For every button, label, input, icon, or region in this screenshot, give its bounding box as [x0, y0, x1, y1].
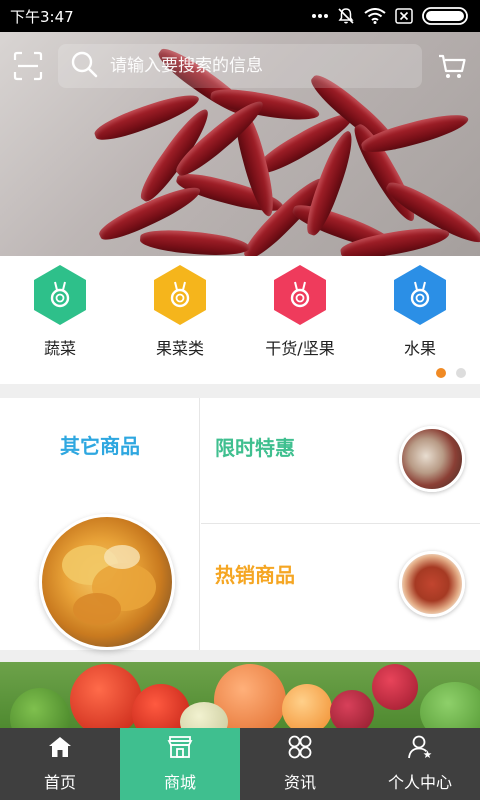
battery-icon — [422, 7, 470, 25]
page-indicator — [436, 368, 466, 378]
category-vegetables[interactable]: 蔬菜 — [8, 265, 112, 359]
medal-icon — [274, 265, 326, 325]
category-dried-nuts[interactable]: 干货/坚果 — [248, 265, 352, 359]
status-bar: 下午3:47 — [0, 0, 480, 32]
limited-offer-card[interactable]: 限时特惠 — [201, 398, 480, 524]
category-label: 干货/坚果 — [265, 339, 335, 358]
nav-store[interactable]: 商城 — [120, 728, 240, 800]
hot-goods-card[interactable]: 热销商品 — [201, 525, 480, 650]
category-section: 蔬菜 果菜类 干货/坚果 水果 — [0, 256, 480, 384]
nav-label: 商城 — [163, 773, 196, 792]
cake-image — [399, 426, 465, 492]
hot-goods-title: 热销商品 — [215, 563, 295, 587]
status-time: 下午3:47 — [10, 7, 74, 26]
medal-icon — [34, 265, 86, 325]
more-dots-icon — [312, 13, 328, 19]
page-dot-active[interactable] — [436, 368, 446, 378]
category-label: 水果 — [403, 339, 436, 358]
category-fruits[interactable]: 水果 — [368, 265, 472, 359]
search-bar[interactable] — [58, 44, 422, 88]
nav-news[interactable]: 资讯 — [240, 728, 360, 800]
store-icon — [167, 735, 193, 763]
nav-profile[interactable]: 个人中心 — [360, 728, 480, 800]
other-goods-card[interactable]: 其它商品 — [0, 398, 200, 650]
medal-icon — [154, 265, 206, 325]
scan-icon[interactable] — [12, 50, 44, 82]
search-icon — [70, 50, 98, 82]
wifi-icon — [364, 8, 386, 24]
nav-label: 首页 — [43, 773, 76, 792]
cart-icon[interactable] — [436, 50, 468, 82]
salted-egg-image — [39, 514, 175, 650]
medal-icon — [394, 265, 446, 325]
sim-x-icon — [395, 8, 413, 24]
mute-bell-icon — [337, 7, 355, 25]
other-goods-title: 其它商品 — [60, 434, 140, 458]
nav-label: 资讯 — [283, 773, 316, 792]
top-bar — [0, 32, 480, 100]
user-icon — [407, 735, 433, 763]
limited-offer-title: 限时特惠 — [215, 436, 295, 460]
vegetable-banner[interactable] — [0, 662, 480, 728]
roast-duck-image — [399, 551, 465, 617]
category-label: 蔬菜 — [43, 339, 76, 358]
search-input[interactable] — [110, 56, 410, 76]
category-fruit-vegetables[interactable]: 果菜类 — [128, 265, 232, 359]
nav-home[interactable]: 首页 — [0, 728, 120, 800]
promo-section: 其它商品 限时特惠 热销商品 — [0, 398, 480, 650]
bottom-navigation: 首页 商城 资讯 个人中心 — [0, 728, 480, 800]
page-dot[interactable] — [456, 368, 466, 378]
category-label: 果菜类 — [155, 339, 204, 358]
nav-label: 个人中心 — [387, 773, 452, 792]
news-icon — [287, 735, 313, 763]
home-icon — [47, 735, 73, 763]
